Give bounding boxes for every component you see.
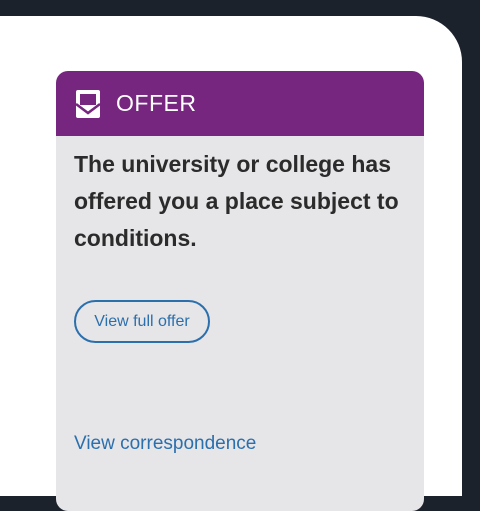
content-panel: OFFER The university or college has offe… — [0, 16, 462, 511]
view-correspondence-link[interactable]: View correspondence — [74, 433, 256, 455]
offer-status-message: The university or college has offered yo… — [74, 151, 399, 251]
offer-card-title: OFFER — [116, 90, 197, 116]
view-full-offer-button[interactable]: View full offer — [74, 300, 210, 343]
offer-card-header: OFFER — [56, 71, 424, 136]
offer-card: OFFER The university or college has offe… — [56, 71, 424, 511]
envelope-open-icon — [74, 89, 102, 119]
